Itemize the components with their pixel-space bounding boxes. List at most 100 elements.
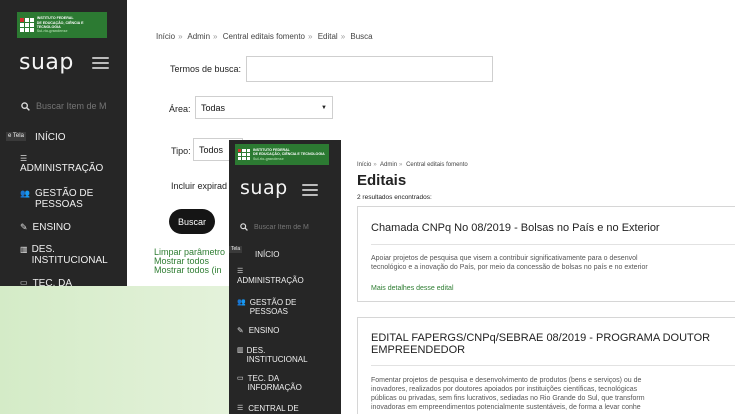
logo: INSTITUTO FEDERAL DE EDUCAÇÃO, CIÊNCIA E… xyxy=(235,144,329,165)
editais-page: Início» Admin» Central editais fomento E… xyxy=(341,140,735,414)
sidebar-item-administracao[interactable]: ☰ ADMINISTRAÇÃO xyxy=(20,154,103,174)
desc-line: públicas ou privadas, sem fins lucrativo… xyxy=(371,395,645,402)
breadcrumb-item[interactable]: Início xyxy=(156,32,175,41)
sidebar-item-inicio[interactable]: INÍCIO xyxy=(255,250,279,259)
pencil-icon: ✎ xyxy=(20,222,28,232)
desc-line: Fomentar projetos de pesquisa e desenvol… xyxy=(371,377,642,384)
buscar-button[interactable]: Buscar xyxy=(169,209,215,234)
sidebar-item-gestao-pessoas[interactable]: 👥 GESTÃO DE PESSOAS xyxy=(237,298,327,316)
breadcrumb: Início» Admin» Central editais fomento» … xyxy=(156,32,373,41)
desc-line: Apoiar projetos de pesquisa que visem a … xyxy=(371,255,638,262)
mostrar-todos-inativos-link[interactable]: Mostrar todos (in xyxy=(154,265,222,275)
sidebar-item-label: ENSINO xyxy=(248,326,280,335)
search-icon xyxy=(21,101,30,111)
breadcrumb: Início» Admin» Central editais fomento xyxy=(357,162,468,168)
sidebar-item-label: INÍCIO xyxy=(255,250,280,259)
search-input[interactable] xyxy=(36,101,116,111)
logo-mark xyxy=(238,149,250,160)
results-count: 2 resultados encontrados: xyxy=(357,194,432,201)
sidebar-back: INSTITUTO FEDERAL DE EDUCAÇÃO, CIÊNCIA E… xyxy=(0,0,127,286)
incluir-expirados-label: Incluir expirad xyxy=(171,181,228,191)
logo-text: DE EDUCAÇÃO, CIÊNCIA E TECNOLOGIA xyxy=(253,152,325,157)
sidebar-item-inicio[interactable]: INÍCIO xyxy=(35,132,66,143)
menu-toggle-icon[interactable] xyxy=(92,57,109,69)
chart-icon: ▥ xyxy=(20,245,28,254)
list-icon: ☰ xyxy=(237,268,244,275)
desc-line: tecnológico e a inovação do País, por me… xyxy=(371,264,648,271)
edital-title[interactable]: Chamada CNPq No 08/2019 - Bolsas no País… xyxy=(371,222,660,234)
menu-toggle-icon[interactable] xyxy=(302,184,318,196)
sidebar-item-label: INÍCIO xyxy=(35,132,66,143)
sidebar-item-label: ENSINO xyxy=(32,222,71,233)
people-icon: 👥 xyxy=(237,299,246,306)
sidebar-front: INSTITUTO FEDERAL DE EDUCAÇÃO, CIÊNCIA E… xyxy=(229,140,341,414)
sidebar-item-label: DES. INSTITUCIONAL xyxy=(246,346,308,364)
area-select-value: Todas xyxy=(201,102,226,113)
logo-text: DE EDUCAÇÃO, CIÊNCIA E TECNOLOGIA xyxy=(36,20,84,29)
sidebar-item-label: ADMINISTRAÇÃO xyxy=(20,163,104,174)
logo-text: Sul-rio-grandense xyxy=(36,29,68,34)
divider xyxy=(371,365,735,366)
pencil-icon: ✎ xyxy=(237,326,244,335)
monitor-icon: ▭ xyxy=(237,375,244,382)
title-line: EMPREENDEDOR xyxy=(371,344,466,356)
breadcrumb-item[interactable]: Admin xyxy=(380,162,397,168)
sidebar-item-ensino[interactable]: ✎ ENSINO xyxy=(20,222,71,233)
termos-label: Termos de busca: xyxy=(170,64,242,74)
edital-description: Fomentar projetos de pesquisa e desenvol… xyxy=(371,376,645,412)
sidebar-item-label: DES. INSTITUCIONAL xyxy=(31,244,108,266)
sidebar-item-central[interactable]: ☰ CENTRAL DE xyxy=(237,404,299,413)
people-icon: 👥 xyxy=(20,189,30,198)
logo: INSTITUTO FEDERAL DE EDUCAÇÃO, CIÊNCIA E… xyxy=(17,12,107,38)
sidebar-item-label: TEC. DA INFORMAÇÃO xyxy=(247,374,302,392)
sidebar-item-label: CENTRAL DE xyxy=(248,404,299,413)
chart-icon: ▥ xyxy=(237,347,244,354)
logo-text: Sul-rio-grandense xyxy=(253,156,284,161)
tipo-label: Tipo: xyxy=(171,146,191,156)
details-link[interactable]: Mais detalhes desse edital xyxy=(371,285,454,292)
brand-name: suap xyxy=(19,50,74,75)
sidebar-item-label: GESTÃO DE PESSOAS xyxy=(249,298,297,316)
breadcrumb-item[interactable]: Admin xyxy=(187,32,210,41)
title-line: EDITAL FAPERGS/CNPq/SEBRAE 08/2019 - PRO… xyxy=(371,332,711,344)
tipo-select-value: Todos xyxy=(199,144,224,155)
sidebar-item-label: GESTÃO DE PESSOAS xyxy=(34,188,94,210)
list-icon: ☰ xyxy=(237,405,244,412)
breadcrumb-item: Busca xyxy=(350,32,373,41)
sidebar-item-label: TEC. DA xyxy=(32,278,73,286)
tela-tag: Tela xyxy=(229,246,243,253)
search-icon xyxy=(240,223,248,231)
breadcrumb-item[interactable]: Início xyxy=(357,162,371,168)
area-select[interactable]: Todas ▼ xyxy=(195,96,333,119)
logo-mark xyxy=(20,18,34,32)
sidebar-search[interactable] xyxy=(240,223,334,231)
edital-description: Apoiar projetos de pesquisa que visem a … xyxy=(371,254,648,272)
brand-name: suap xyxy=(240,177,288,199)
breadcrumb-item: Central editais fomento xyxy=(406,162,468,168)
list-icon: ☰ xyxy=(20,154,28,163)
page-title: Editais xyxy=(357,172,407,189)
termos-input[interactable] xyxy=(246,56,493,82)
area-label: Área: xyxy=(169,104,191,114)
breadcrumb-item[interactable]: Central editais fomento xyxy=(223,32,305,41)
divider xyxy=(371,244,735,245)
edital-card: EDITAL FAPERGS/CNPq/SEBRAE 08/2019 - PRO… xyxy=(357,317,735,414)
desc-line: inovadoras em empreendimentos potencialm… xyxy=(371,404,641,411)
sidebar-item-des-institucional[interactable]: ▥ DES. INSTITUCIONAL xyxy=(20,244,115,266)
search-input[interactable] xyxy=(254,223,334,231)
desc-line: inovadores, realizados por doutores apoi… xyxy=(371,386,638,393)
sidebar-search[interactable] xyxy=(21,101,116,111)
sidebar-item-gestao-pessoas[interactable]: 👥 GESTÃO DE PESSOAS xyxy=(20,188,120,210)
caret-down-icon: ▼ xyxy=(321,104,327,111)
sidebar-item-label: ADMINISTRAÇÃO xyxy=(237,276,304,285)
sidebar-item-des-institucional[interactable]: ▥ DES. INSTITUCIONAL xyxy=(237,346,317,364)
breadcrumb-item[interactable]: Edital xyxy=(318,32,338,41)
edital-card: Chamada CNPq No 08/2019 - Bolsas no País… xyxy=(357,206,735,302)
sidebar-item-tec-informacao[interactable]: ▭ TEC. DA xyxy=(20,278,72,286)
monitor-icon: ▭ xyxy=(20,278,28,286)
tela-tag: e Tela xyxy=(6,132,26,141)
sidebar-item-administracao[interactable]: ☰ ADMINISTRAÇÃO xyxy=(237,268,304,285)
sidebar-item-tec-informacao[interactable]: ▭ TEC. DA INFORMAÇÃO xyxy=(237,374,322,392)
edital-title[interactable]: EDITAL FAPERGS/CNPq/SEBRAE 08/2019 - PRO… xyxy=(371,332,710,356)
sidebar-item-ensino[interactable]: ✎ ENSINO xyxy=(237,326,279,335)
